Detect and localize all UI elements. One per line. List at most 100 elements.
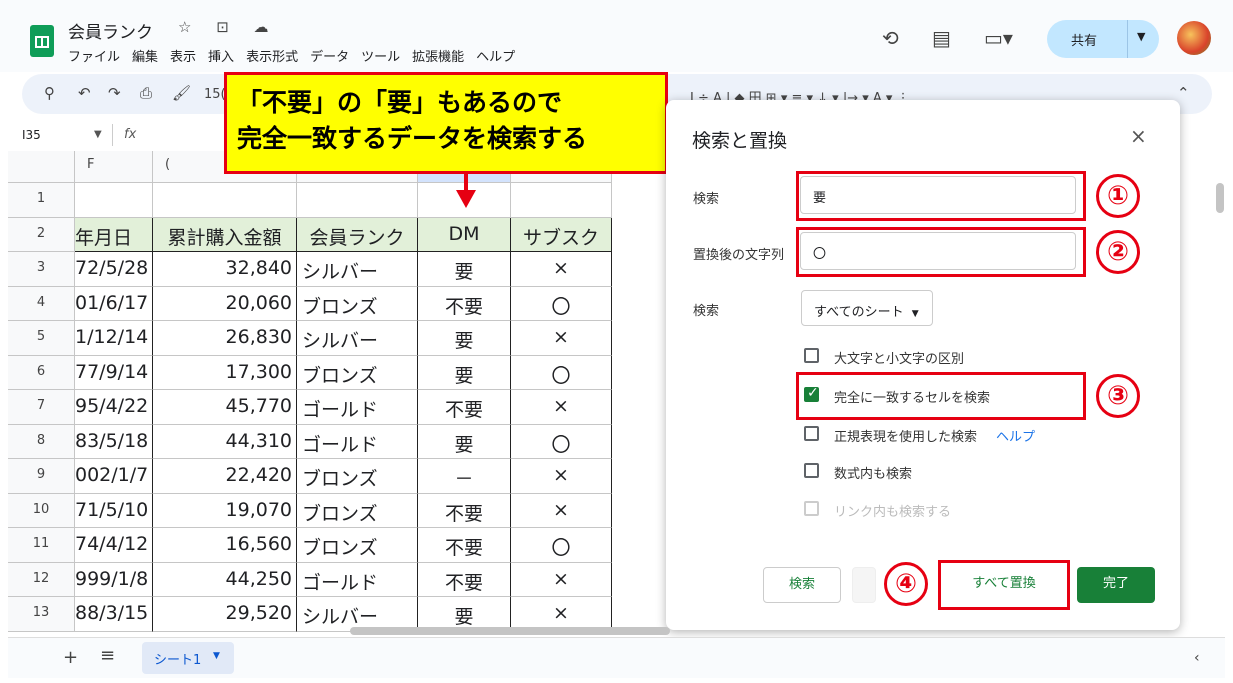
title-actions-icons[interactable]: ☆ ⊡ ☁ [178, 18, 279, 36]
chevron-down-icon[interactable]: ▼ [94, 129, 102, 140]
row-header[interactable]: 6 [8, 355, 75, 390]
menu-help[interactable]: ヘルプ [476, 46, 515, 65]
table-cell[interactable]: × [511, 390, 612, 425]
history-icon[interactable]: ⟲ [882, 26, 899, 50]
paint-format-icon[interactable]: 🖌 [172, 84, 191, 102]
table-header-cell[interactable]: DM [418, 217, 511, 252]
table-cell[interactable]: 95/4/22 [75, 390, 153, 425]
table-cell[interactable]: 〇 [511, 355, 612, 390]
table-cell[interactable]: ゴールド [297, 562, 418, 597]
row-header[interactable]: 8 [8, 424, 75, 459]
menu-file[interactable]: ファイル [68, 46, 120, 65]
checkbox-match-case[interactable] [804, 348, 819, 363]
table-cell[interactable]: 45,770 [153, 390, 297, 425]
horizontal-scrollbar[interactable] [350, 627, 670, 635]
close-icon[interactable]: × [1130, 124, 1147, 148]
chevron-down-icon[interactable]: ▼ [1137, 30, 1145, 43]
table-cell[interactable]: 22,420 [153, 459, 297, 494]
table-cell[interactable]: 不要 [418, 390, 511, 425]
table-cell[interactable]: × [511, 252, 612, 287]
menu-edit[interactable]: 編集 [132, 46, 158, 65]
table-cell[interactable]: 要 [418, 355, 511, 390]
table-cell[interactable]: × [511, 459, 612, 494]
row-header[interactable]: 4 [8, 286, 75, 321]
select-all-corner[interactable] [8, 151, 75, 183]
search-icon[interactable]: ⚲ [44, 84, 55, 102]
table-cell[interactable]: 77/9/14 [75, 355, 153, 390]
menu-tools[interactable]: ツール [361, 46, 400, 65]
undo-icon[interactable]: ↶ [78, 84, 91, 102]
menu-data[interactable]: データ [310, 46, 349, 65]
checkbox-formulas[interactable] [804, 463, 819, 478]
vertical-scrollbar[interactable] [1216, 183, 1224, 213]
row-header[interactable]: 9 [8, 459, 75, 494]
table-cell[interactable]: 44,250 [153, 562, 297, 597]
table-cell[interactable]: 20,060 [153, 286, 297, 321]
table-cell[interactable]: 44,310 [153, 424, 297, 459]
meet-icon[interactable]: ▭▾ [984, 26, 1013, 50]
replace-button[interactable] [852, 567, 876, 603]
table-cell[interactable]: 88/3/15 [75, 597, 153, 632]
table-cell[interactable]: シルバー [297, 321, 418, 356]
name-box[interactable]: I35 [22, 128, 41, 142]
table-cell-empty[interactable] [75, 183, 153, 218]
table-cell[interactable]: 要 [418, 321, 511, 356]
table-cell[interactable]: 74/4/12 [75, 528, 153, 563]
table-cell-empty[interactable] [297, 183, 418, 218]
table-cell-empty[interactable] [153, 183, 297, 218]
table-cell[interactable]: 要 [418, 424, 511, 459]
scope-select[interactable]: すべてのシート ▼ [801, 290, 933, 326]
table-cell-empty[interactable] [511, 183, 612, 218]
table-cell[interactable]: シルバー [297, 252, 418, 287]
table-cell[interactable]: ゴールド [297, 390, 418, 425]
table-cell[interactable]: － [418, 459, 511, 494]
table-cell[interactable]: 17,300 [153, 355, 297, 390]
table-cell[interactable]: 不要 [418, 493, 511, 528]
doc-title[interactable]: 会員ランク [68, 18, 153, 43]
sheet-tab[interactable]: シート1 ▼ [142, 642, 234, 674]
table-cell[interactable]: 不要 [418, 528, 511, 563]
table-cell[interactable]: 999/1/8 [75, 562, 153, 597]
table-cell[interactable]: 32,840 [153, 252, 297, 287]
find-button[interactable]: 検索 [763, 567, 841, 603]
table-cell[interactable]: 〇 [511, 286, 612, 321]
menu-insert[interactable]: 挿入 [208, 46, 234, 65]
table-cell[interactable]: ブロンズ [297, 286, 418, 321]
table-cell[interactable]: ブロンズ [297, 459, 418, 494]
table-cell[interactable]: × [511, 562, 612, 597]
zoom-select[interactable]: 15( [204, 87, 226, 102]
comment-icon[interactable]: ▤ [932, 26, 951, 50]
avatar[interactable] [1177, 21, 1211, 55]
table-header-cell[interactable]: 累計購入金額 [153, 217, 297, 252]
table-cell[interactable]: 002/1/7 [75, 459, 153, 494]
all-sheets-icon[interactable]: ≡ [100, 645, 115, 666]
done-button[interactable]: 完了 [1077, 567, 1155, 603]
redo-icon[interactable]: ↷ [108, 84, 121, 102]
table-cell[interactable]: 19,070 [153, 493, 297, 528]
row-header[interactable]: 3 [8, 252, 75, 287]
sheets-logo-icon[interactable] [30, 25, 54, 57]
collapse-toolbar-icon[interactable]: ⌃ [1177, 84, 1190, 102]
table-cell[interactable]: × [511, 493, 612, 528]
table-cell[interactable]: × [511, 321, 612, 356]
table-cell[interactable]: 83/5/18 [75, 424, 153, 459]
table-cell[interactable]: ゴールド [297, 424, 418, 459]
table-cell[interactable]: 不要 [418, 562, 511, 597]
row-header[interactable]: 5 [8, 321, 75, 356]
row-header[interactable]: 10 [8, 493, 75, 528]
table-cell[interactable]: ブロンズ [297, 528, 418, 563]
table-cell[interactable]: ブロンズ [297, 493, 418, 528]
menu-extensions[interactable]: 拡張機能 [412, 46, 464, 65]
menu-format[interactable]: 表示形式 [246, 46, 298, 65]
add-sheet-icon[interactable]: + [63, 647, 78, 668]
table-cell[interactable]: 16,560 [153, 528, 297, 563]
table-cell[interactable]: 1/12/14 [75, 321, 153, 356]
checkbox-regex[interactable] [804, 426, 819, 441]
menu-view[interactable]: 表示 [170, 46, 196, 65]
row-header[interactable]: 2 [8, 217, 75, 252]
chevron-left-icon[interactable]: ‹ [1194, 650, 1200, 666]
table-cell[interactable]: 01/6/17 [75, 286, 153, 321]
row-header[interactable]: 1 [8, 183, 75, 218]
column-header[interactable]: F [75, 151, 153, 183]
row-header[interactable]: 11 [8, 528, 75, 563]
